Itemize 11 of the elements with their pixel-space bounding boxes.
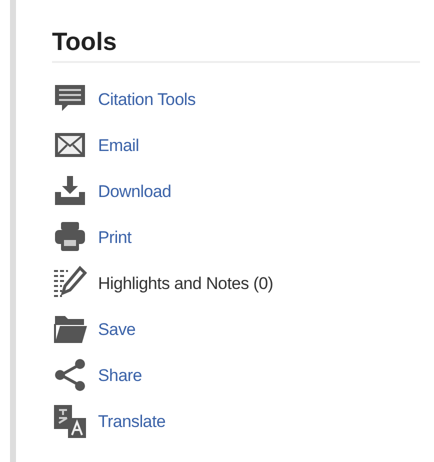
tool-link[interactable]: Share [98,366,142,386]
share-icon [52,358,88,394]
translate-icon [52,404,88,440]
tool-link[interactable]: Translate [98,412,166,432]
tool-link[interactable]: Save [98,320,136,340]
tool-link[interactable]: Download [98,182,172,202]
tool-link[interactable]: Print [98,228,132,248]
tool-link[interactable]: Citation Tools [98,90,196,110]
panel-title: Tools [52,28,420,63]
tool-label: Highlights and Notes (0) [98,274,274,294]
tool-link[interactable]: Email [98,136,140,156]
